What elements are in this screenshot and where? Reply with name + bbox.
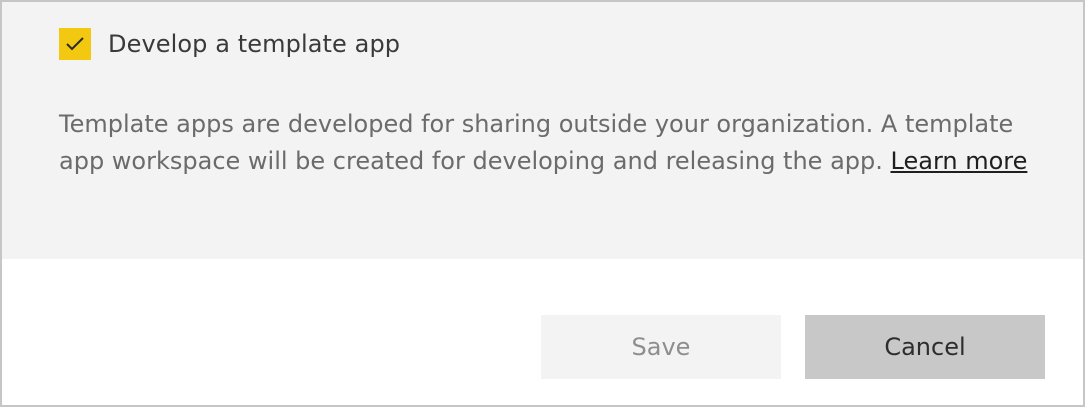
checkbox-label: Develop a template app <box>108 30 401 58</box>
learn-more-link[interactable]: Learn more <box>891 147 1028 175</box>
template-app-description: Template apps are developed for sharing … <box>59 106 1059 180</box>
template-app-panel: Develop a template app Template apps are… <box>0 0 1085 407</box>
save-button[interactable]: Save <box>541 315 781 379</box>
template-app-section: Develop a template app Template apps are… <box>2 2 1083 259</box>
description-text: Template apps are developed for sharing … <box>59 110 1014 175</box>
checkmark-icon <box>66 37 84 51</box>
template-app-checkbox[interactable] <box>59 28 91 60</box>
template-app-checkbox-row[interactable]: Develop a template app <box>59 28 400 60</box>
cancel-button[interactable]: Cancel <box>805 315 1045 379</box>
